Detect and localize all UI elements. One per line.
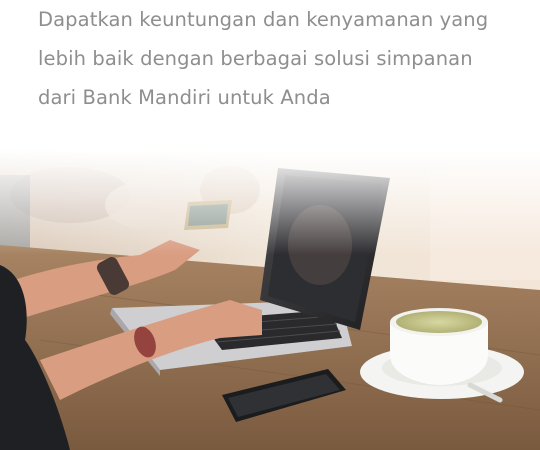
- intro-line-2: lebih baik dengan berbagai solusi simpan…: [38, 47, 473, 70]
- online-shopping-photo-icon: [0, 150, 540, 450]
- intro-line-1: Dapatkan keuntungan dan kenyamanan yang: [38, 8, 489, 31]
- savings-intro-section: Dapatkan keuntungan dan kenyamanan yang …: [0, 0, 540, 450]
- intro-line-3: dari Bank Mandiri untuk Anda: [38, 86, 331, 109]
- hero-image: [0, 150, 540, 450]
- intro-description: Dapatkan keuntungan dan kenyamanan yang …: [38, 0, 518, 117]
